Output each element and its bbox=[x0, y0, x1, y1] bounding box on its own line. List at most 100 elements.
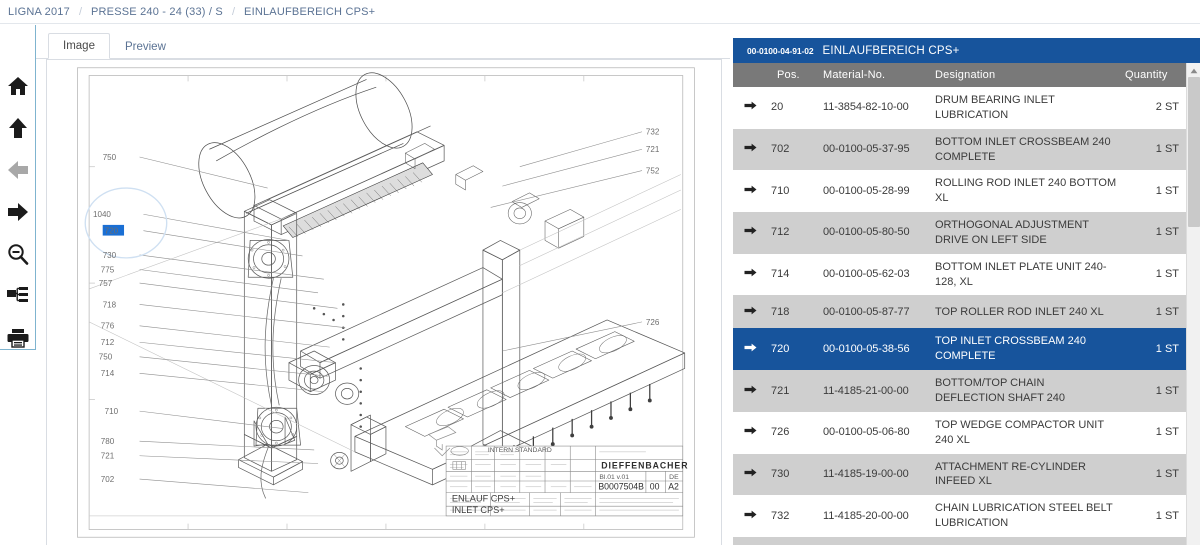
technical-drawing[interactable]: 750 1040 720 730 775 757 718 776 712 750… bbox=[47, 60, 721, 545]
breadcrumb-item-presse-240[interactable]: PRESSE 240 - 24 (33) / S bbox=[91, 6, 223, 18]
callout-label-702: 702 bbox=[101, 475, 115, 484]
table-row[interactable]: 721 11-4185-21-00-00 BOTTOM/TOP CHAIN DEFL… bbox=[733, 370, 1186, 412]
row-select-arrow[interactable] bbox=[733, 328, 767, 370]
table-row[interactable]: 714 00-0100-05-62-03 BOTTOM INLET PLATE UN… bbox=[733, 253, 1186, 296]
callout-label-757: 757 bbox=[99, 279, 113, 288]
callout-leaders-right bbox=[490, 131, 643, 352]
chain-belt-loop bbox=[260, 278, 282, 499]
table-row[interactable]: 75000-0100-05-36-52INLET DRUM 2402 ST bbox=[733, 536, 1186, 545]
breadcrumb-item-einlaufbereich[interactable]: EINLAUFBEREICH CPS+ bbox=[244, 6, 375, 18]
title-block-sheet: Bl.01 v.01 bbox=[599, 474, 629, 481]
tab-image[interactable]: Image bbox=[48, 32, 110, 59]
cell-material-no: 00-0100-05-87-77 bbox=[823, 305, 910, 318]
callout-label-721r: 721 bbox=[646, 145, 660, 154]
callout-label-720: 720 bbox=[105, 227, 119, 236]
machine-assembly bbox=[88, 72, 686, 499]
callout-label-775: 775 bbox=[101, 265, 115, 274]
cell-pos: 730 bbox=[771, 467, 790, 480]
arrow-right-icon bbox=[744, 184, 757, 199]
drawing-canvas[interactable]: 750 1040 720 730 775 757 718 776 712 750… bbox=[46, 59, 722, 545]
callout-label-714: 714 bbox=[101, 369, 115, 378]
row-select-arrow[interactable] bbox=[733, 254, 767, 296]
parts-panel: 00-0100-04-91-02 EINLAUFBEREICH CPS+ Pos… bbox=[730, 25, 1200, 545]
image-viewer: Image Preview 750 1040 720 730 775 757 7… bbox=[36, 25, 730, 545]
tree-icon bbox=[6, 286, 29, 306]
arrow-right-icon bbox=[744, 384, 757, 399]
home-button[interactable] bbox=[5, 75, 31, 98]
breadcrumb-separator: / bbox=[78, 5, 82, 18]
forward-button[interactable] bbox=[5, 201, 31, 224]
arrow-right-icon bbox=[744, 100, 757, 115]
up-button[interactable] bbox=[5, 117, 31, 140]
title-block-drawing-no: B0007504B bbox=[598, 482, 644, 492]
cell-designation: INLET DRUM 240 bbox=[931, 537, 1121, 545]
arrow-right-icon bbox=[744, 342, 757, 357]
table-row[interactable]: 732 11-4185-20-00-00 CHAIN LUBRICATION STE… bbox=[733, 495, 1186, 537]
callout-label-776: 776 bbox=[101, 322, 115, 331]
title-block-company: DIEFFENBACHER bbox=[601, 460, 688, 470]
cell-designation: ROLLING ROD INLET 240 BOTTOM XL bbox=[935, 177, 1117, 205]
viewer-tabs: Image Preview bbox=[36, 25, 730, 60]
table-row[interactable]: 712 00-0100-05-80-50 ORTHOGONAL ADJUSTMENT… bbox=[733, 212, 1186, 254]
structure-tree-button[interactable] bbox=[5, 284, 31, 307]
parts-scrollbar[interactable] bbox=[1186, 63, 1200, 545]
table-row[interactable]: 730 11-4185-19-00-00 ATTACHMENT RE-CYLINDE… bbox=[733, 453, 1186, 496]
mid-crossbeam bbox=[300, 267, 503, 379]
row-select-arrow[interactable] bbox=[733, 170, 767, 212]
hydraulic-cylinder bbox=[330, 414, 387, 472]
cell-designation: BOTTOM INLET PLATE UNIT 240-128, XL bbox=[935, 260, 1107, 288]
cell-designation: DRUM BEARING INLET LUBRICATION bbox=[935, 94, 1055, 121]
table-row[interactable]: 720 00-0100-05-38-56 TOP INLET CROSSBEAM 2… bbox=[733, 328, 1186, 371]
column-material-no[interactable]: Material-No. bbox=[819, 63, 931, 87]
cell-designation: CHAIN LUBRICATION STEEL BELT LUBRICATION bbox=[935, 502, 1113, 530]
row-select-arrow[interactable] bbox=[733, 537, 767, 545]
callout-label-712: 712 bbox=[101, 338, 115, 347]
arrow-right-icon bbox=[7, 202, 29, 222]
cell-material-no: 00-0100-05-06-80 bbox=[823, 426, 910, 439]
tab-preview[interactable]: Preview bbox=[110, 34, 181, 60]
row-select-arrow[interactable] bbox=[733, 87, 767, 129]
cell-quantity: 1 ST bbox=[1155, 342, 1179, 355]
row-select-arrow[interactable] bbox=[733, 412, 767, 454]
back-button[interactable] bbox=[5, 159, 31, 182]
cell-quantity: 1 ST bbox=[1155, 426, 1179, 439]
row-select-arrow[interactable] bbox=[733, 370, 767, 412]
arrow-right-icon bbox=[744, 509, 757, 524]
table-row[interactable]: 718 00-0100-05-87-77 TOP ROLLER ROD INLET … bbox=[733, 295, 1186, 329]
zoom-out-button[interactable] bbox=[5, 242, 31, 265]
title-block-name-de: ENLAUF CPS+ bbox=[452, 493, 515, 503]
callout-label-710: 710 bbox=[105, 407, 119, 416]
print-button[interactable] bbox=[5, 326, 31, 349]
callout-label-750b: 750 bbox=[99, 353, 113, 362]
cell-material-no: 00-0100-05-80-50 bbox=[823, 226, 910, 239]
zoom-out-icon bbox=[7, 243, 29, 265]
scroll-up-button[interactable] bbox=[1187, 63, 1200, 77]
row-select-arrow[interactable] bbox=[733, 212, 767, 254]
scrollbar-thumb[interactable] bbox=[1188, 77, 1200, 227]
column-designation[interactable]: Designation bbox=[931, 63, 1121, 87]
column-quantity[interactable]: Quantity bbox=[1121, 63, 1183, 87]
arrow-right-icon bbox=[744, 267, 757, 282]
arrow-left-icon bbox=[7, 160, 29, 180]
cell-material-no: 11-3854-82-10-00 bbox=[823, 101, 909, 114]
breadcrumb-item-ligna-2017[interactable]: LIGNA 2017 bbox=[8, 6, 70, 18]
cell-quantity: 1 ST bbox=[1155, 268, 1179, 281]
column-arrow bbox=[733, 63, 767, 87]
brush-roller bbox=[282, 162, 433, 238]
row-select-arrow[interactable] bbox=[733, 495, 767, 537]
callout-label-730: 730 bbox=[103, 251, 117, 260]
table-row[interactable]: 726 00-0100-05-06-80 TOP WEDGE COMPACTOR U… bbox=[733, 411, 1186, 454]
row-select-arrow[interactable] bbox=[733, 454, 767, 496]
cell-quantity: 1 ST bbox=[1155, 143, 1179, 156]
cell-material-no: 11-4185-20-00-00 bbox=[823, 509, 909, 522]
cell-quantity: 1 ST bbox=[1155, 384, 1179, 397]
table-row[interactable]: 702 00-0100-05-37-95 BOTTOM INLET CROSSBEA… bbox=[733, 128, 1186, 171]
table-row[interactable]: 20 11-3854-82-10-00 DRUM BEARING INLET LUB… bbox=[733, 87, 1186, 129]
table-row[interactable]: 710 00-0100-05-28-99 ROLLING ROD INLET 240… bbox=[733, 170, 1186, 213]
callout-label-718: 718 bbox=[103, 300, 117, 309]
row-select-arrow[interactable] bbox=[733, 295, 767, 328]
column-pos[interactable]: Pos. bbox=[767, 63, 819, 87]
cell-designation: TOP WEDGE COMPACTOR UNIT 240 XL bbox=[935, 418, 1104, 446]
cell-material-no: 00-0100-05-38-56 bbox=[823, 342, 910, 355]
row-select-arrow[interactable] bbox=[733, 129, 767, 171]
